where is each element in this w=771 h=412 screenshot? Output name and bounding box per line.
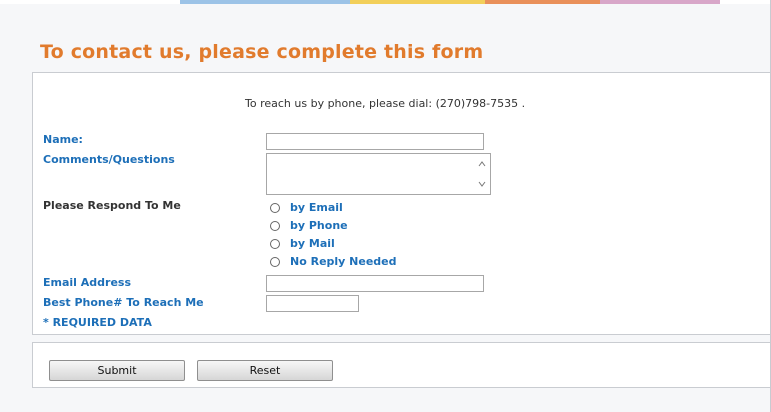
response-option-no-reply[interactable]: No Reply Needed [270, 253, 397, 270]
submit-button[interactable]: Submit [49, 360, 185, 381]
radio-button[interactable] [270, 256, 280, 267]
name-label: Name: [43, 133, 83, 146]
response-option-mail[interactable]: by Mail [270, 235, 335, 252]
response-option-label: by Mail [290, 237, 335, 250]
phone-note: To reach us by phone, please dial: (270)… [245, 97, 526, 110]
radio-button[interactable] [270, 220, 280, 231]
response-option-email[interactable]: by Email [270, 199, 343, 216]
top-color-bar-segment [720, 0, 771, 4]
top-color-bar-segment [600, 0, 720, 4]
scroll-up-icon[interactable] [478, 160, 486, 168]
response-option-phone[interactable]: by Phone [270, 217, 348, 234]
required-note: * REQUIRED DATA [43, 316, 152, 329]
form-actions-panel: Submit Reset [32, 342, 771, 388]
top-color-bar-segment [0, 0, 180, 4]
phone-field[interactable] [266, 295, 359, 312]
comments-textarea[interactable] [266, 153, 491, 195]
reset-button[interactable]: Reset [197, 360, 333, 381]
response-option-label: by Phone [290, 219, 348, 232]
email-label: Email Address [43, 276, 132, 289]
phone-label: Best Phone# To Reach Me [43, 296, 204, 309]
response-option-label: No Reply Needed [290, 255, 397, 268]
contact-form-panel: To reach us by phone, please dial: (270)… [32, 72, 771, 335]
radio-button[interactable] [270, 238, 280, 249]
top-color-bar-segment [485, 0, 600, 4]
contact-page: To contact us, please complete this form… [0, 0, 771, 412]
comments-label: Comments/Questions [43, 153, 175, 166]
scroll-down-icon[interactable] [478, 180, 486, 188]
top-color-bar-segment [180, 0, 350, 4]
radio-button[interactable] [270, 202, 280, 213]
respond-label: Please Respond To Me [43, 199, 181, 212]
response-option-label: by Email [290, 201, 343, 214]
name-field[interactable] [266, 133, 484, 150]
top-color-bar [0, 0, 771, 10]
textarea-scrollbar[interactable] [476, 155, 489, 193]
email-field[interactable] [266, 275, 484, 292]
top-color-bar-segment [350, 0, 485, 4]
page-title: To contact us, please complete this form [40, 41, 484, 63]
